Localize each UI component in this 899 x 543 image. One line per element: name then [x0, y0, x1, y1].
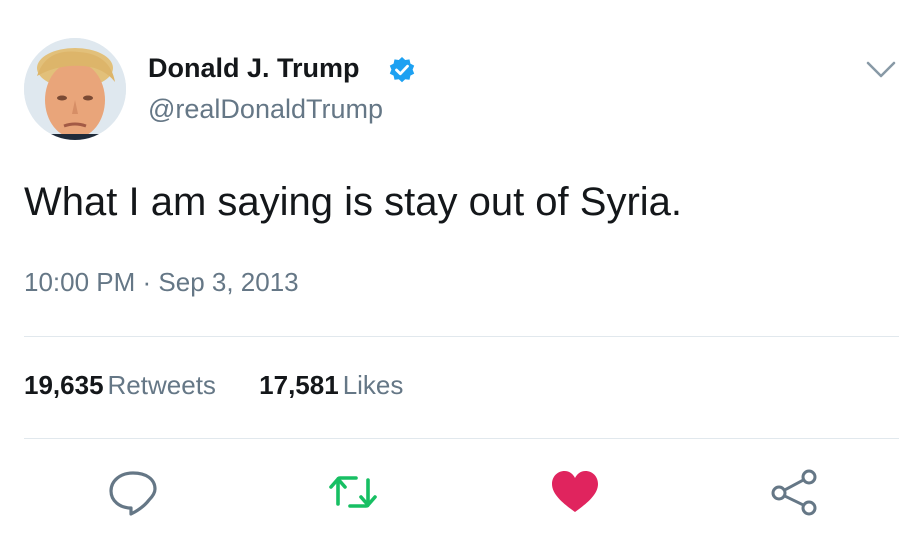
user-handle[interactable]: @realDonaldTrump	[148, 93, 383, 125]
tweet-text: What I am saying is stay out of Syria.	[24, 180, 683, 224]
likes-stat[interactable]: 17,581 Likes	[259, 369, 403, 401]
tweet-stats: 19,635 Retweets 17,581 Likes	[24, 369, 439, 401]
display-name[interactable]: Donald J. Trump	[148, 52, 360, 84]
verified-badge-icon	[389, 57, 415, 83]
likes-count: 17,581	[259, 370, 339, 400]
retweets-count: 19,635	[24, 370, 104, 400]
tweet-card: Donald J. Trump @realDonaldTrump What I …	[0, 0, 899, 543]
reply-icon[interactable]	[106, 466, 160, 518]
divider	[24, 438, 899, 439]
retweets-stat[interactable]: 19,635 Retweets	[24, 369, 216, 401]
avatar[interactable]	[24, 38, 126, 140]
avatar-image	[24, 38, 126, 140]
retweet-icon[interactable]	[326, 466, 380, 518]
divider	[24, 336, 899, 337]
chevron-down-icon[interactable]	[864, 56, 898, 82]
like-icon[interactable]	[548, 466, 602, 518]
tweet-timestamp[interactable]: 10:00 PM · Sep 3, 2013	[24, 266, 299, 298]
share-icon[interactable]	[767, 466, 821, 518]
likes-label: Likes	[342, 370, 404, 400]
retweets-label: Retweets	[107, 370, 216, 400]
